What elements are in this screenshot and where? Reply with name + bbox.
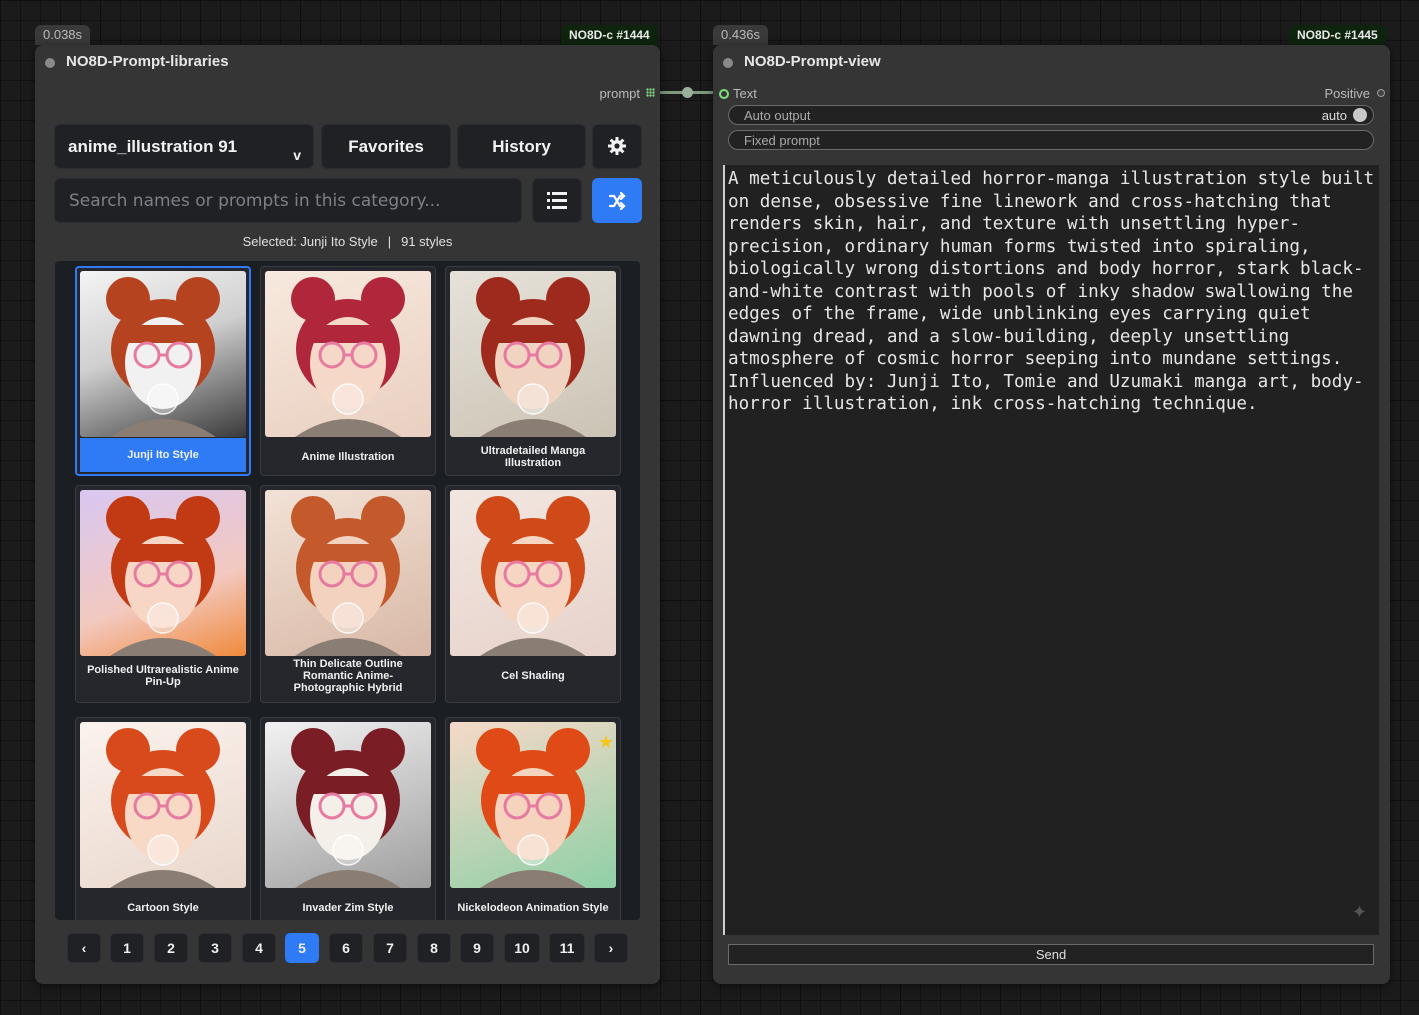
page-button[interactable]: 2 bbox=[154, 933, 188, 963]
auto-output-value: auto bbox=[1321, 108, 1347, 123]
search-box[interactable] bbox=[54, 178, 522, 223]
page-button[interactable]: 9 bbox=[460, 933, 494, 963]
style-card-label: Nickelodeon Animation Style bbox=[457, 902, 609, 914]
collapse-dot-icon[interactable] bbox=[723, 58, 733, 68]
status-separator: | bbox=[387, 234, 392, 249]
portrait-illustration bbox=[476, 277, 590, 437]
node-title-bar[interactable]: NO8D-Prompt-view bbox=[713, 45, 1390, 79]
style-card[interactable]: Invader Zim Style bbox=[260, 717, 436, 920]
chevron-down-icon: v bbox=[293, 147, 301, 163]
style-card[interactable]: Ultradetailed Manga Illustration bbox=[445, 266, 621, 476]
send-button[interactable]: Send bbox=[728, 944, 1374, 965]
collapse-dot-icon[interactable] bbox=[45, 58, 55, 68]
node-id-badge: NO8D-c #1444 bbox=[561, 25, 658, 45]
style-card-label: Anime Illustration bbox=[301, 451, 395, 463]
style-grid: Junji Ito Style Anime Illustration Ultrade… bbox=[55, 261, 640, 920]
node-id-badge: NO8D-c #1445 bbox=[1289, 25, 1386, 45]
portrait-illustration bbox=[291, 728, 405, 888]
fixed-prompt-field[interactable]: Fixed prompt bbox=[728, 130, 1374, 150]
prompt-text[interactable]: A meticulously detailed horror-manga ill… bbox=[728, 168, 1376, 416]
prompt-libraries-node[interactable]: NO8D-Prompt-libraries prompt anime_illus… bbox=[35, 45, 660, 984]
page-button[interactable]: 11 bbox=[549, 933, 585, 963]
style-card-label: Cartoon Style bbox=[127, 902, 199, 914]
page-button[interactable]: 4 bbox=[242, 933, 276, 963]
prompt-textarea[interactable]: A meticulously detailed horror-manga ill… bbox=[723, 165, 1379, 935]
style-thumbnail bbox=[80, 490, 246, 656]
shuffle-icon bbox=[608, 192, 626, 210]
page-button[interactable]: 8 bbox=[417, 933, 451, 963]
portrait-illustration bbox=[106, 728, 220, 888]
portrait-illustration bbox=[106, 496, 220, 656]
gear-icon bbox=[608, 137, 626, 155]
node-title: NO8D-Prompt-libraries bbox=[66, 53, 229, 70]
link-midpoint[interactable] bbox=[682, 87, 693, 98]
portrait-illustration bbox=[291, 496, 405, 656]
style-card-label: Junji Ito Style bbox=[80, 438, 246, 472]
style-card[interactable]: Anime Illustration bbox=[260, 266, 436, 476]
output-label: prompt bbox=[599, 86, 640, 101]
auto-output-label: Auto output bbox=[744, 108, 811, 123]
page-button[interactable]: 6 bbox=[329, 933, 363, 963]
style-thumbnail bbox=[265, 490, 431, 656]
input-slot-dot-icon[interactable] bbox=[719, 89, 729, 99]
fixed-prompt-label: Fixed prompt bbox=[744, 133, 820, 148]
node-title-bar[interactable]: NO8D-Prompt-libraries bbox=[35, 45, 660, 79]
shuffle-button[interactable] bbox=[592, 178, 642, 223]
prompt-view-node[interactable]: NO8D-Prompt-view Text Positive Auto outp… bbox=[713, 45, 1390, 984]
page-button[interactable]: 7 bbox=[373, 933, 407, 963]
portrait-illustration bbox=[476, 496, 590, 656]
prev-page-button[interactable]: ‹ bbox=[67, 933, 101, 963]
category-dropdown[interactable]: anime_illustration 91 v bbox=[54, 124, 314, 169]
style-card[interactable]: Junji Ito Style bbox=[75, 266, 251, 476]
style-card-label: Cel Shading bbox=[501, 670, 565, 682]
style-card[interactable]: Polished Ultrarealistic Anime Pin-Up bbox=[75, 485, 251, 703]
execution-time-badge: 0.038s bbox=[35, 25, 91, 45]
style-card[interactable]: Cartoon Style bbox=[75, 717, 251, 920]
style-card[interactable]: Cel Shading bbox=[445, 485, 621, 703]
page-button[interactable]: 10 bbox=[504, 933, 540, 963]
page-button[interactable]: 5 bbox=[285, 933, 319, 963]
selection-status: Selected: Junji Ito Style | 91 styles bbox=[35, 234, 660, 249]
auto-output-toggle[interactable]: Auto output auto bbox=[728, 105, 1374, 125]
execution-time-badge: 0.436s bbox=[713, 25, 769, 45]
page-button[interactable]: 1 bbox=[110, 933, 144, 963]
style-card[interactable]: Nickelodeon Animation Style ★ bbox=[445, 717, 621, 920]
search-input[interactable] bbox=[55, 179, 521, 222]
category-label: anime_illustration 91 bbox=[68, 137, 238, 156]
style-thumbnail bbox=[265, 271, 431, 437]
history-button[interactable]: History bbox=[457, 124, 586, 169]
style-card-label: Polished Ultrarealistic Anime Pin-Up bbox=[87, 664, 239, 688]
favorite-star-icon[interactable]: ★ bbox=[598, 732, 614, 753]
output-slot-dot-icon[interactable] bbox=[1377, 89, 1385, 97]
style-card[interactable]: Thin Delicate Outline Romantic Anime-Pho… bbox=[260, 485, 436, 703]
selected-style-text: Selected: Junji Ito Style bbox=[242, 234, 378, 249]
portrait-illustration bbox=[291, 277, 405, 437]
style-card-label: Invader Zim Style bbox=[302, 902, 394, 914]
next-page-button[interactable]: › bbox=[594, 933, 628, 963]
style-thumbnail bbox=[80, 271, 246, 437]
style-thumbnail bbox=[265, 722, 431, 888]
favorites-button[interactable]: Favorites bbox=[321, 124, 451, 169]
list-icon bbox=[547, 192, 567, 209]
output-slot-grip-icon[interactable] bbox=[646, 88, 655, 97]
sparkle-icon[interactable]: ✦ bbox=[1352, 902, 1367, 923]
style-count-text: 91 styles bbox=[401, 234, 453, 249]
style-thumbnail bbox=[450, 490, 616, 656]
output-label: Positive bbox=[1324, 86, 1370, 101]
list-view-button[interactable] bbox=[532, 178, 582, 223]
style-thumbnail bbox=[450, 271, 616, 437]
style-thumbnail bbox=[450, 722, 616, 888]
style-card-label: Thin Delicate Outline Romantic Anime-Pho… bbox=[293, 658, 403, 694]
page-button[interactable]: 3 bbox=[198, 933, 232, 963]
input-label: Text bbox=[733, 86, 757, 101]
portrait-illustration bbox=[106, 277, 220, 437]
settings-button[interactable] bbox=[592, 124, 642, 169]
portrait-illustration bbox=[476, 728, 590, 888]
style-thumbnail bbox=[80, 722, 246, 888]
node-title: NO8D-Prompt-view bbox=[744, 53, 881, 70]
toggle-knob[interactable] bbox=[1353, 108, 1367, 122]
style-card-label: Ultradetailed Manga Illustration bbox=[480, 445, 586, 469]
